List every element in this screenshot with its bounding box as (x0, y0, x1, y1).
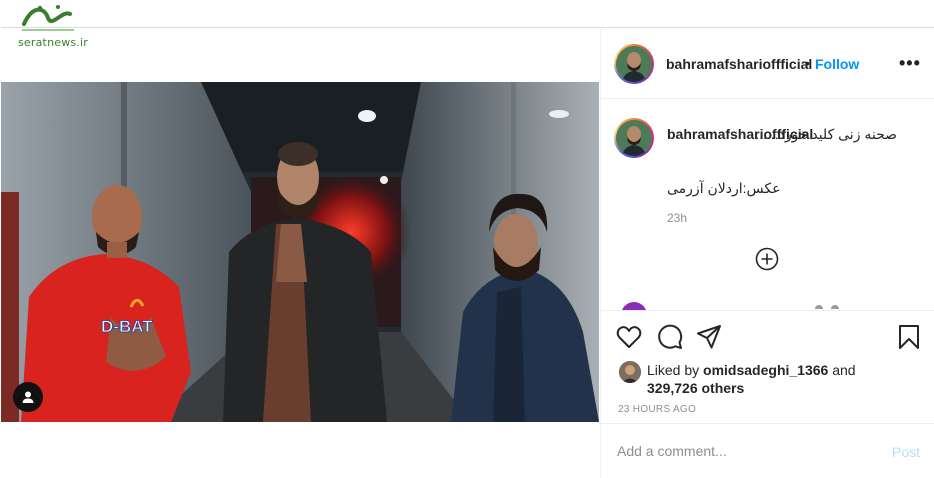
comment-input[interactable] (617, 438, 877, 464)
bookmark-icon[interactable] (895, 323, 923, 351)
likes-prefix: Liked by (647, 362, 704, 378)
liker-username[interactable]: omidsadeghi_1366 (703, 362, 828, 378)
avatar-photo (616, 46, 652, 82)
post-sidebar: bahramafsharioffficial • Follow ••• bahr… (600, 27, 934, 478)
shirt-print: D-BAT (101, 317, 153, 336)
share-icon[interactable] (695, 323, 723, 351)
caption-avatar-photo (616, 120, 652, 156)
caption-credit: عکس:اردلان آزرمی (667, 180, 781, 196)
post-time-ago[interactable]: 23 HOURS AGO (618, 404, 696, 415)
comment-bar: Post (601, 423, 934, 478)
more-options-button[interactable]: ••• (899, 53, 921, 74)
separator-dot: • (805, 55, 810, 71)
caption-text: صحنه زنی کلید خورد...... (755, 126, 897, 142)
heart-icon[interactable] (615, 323, 643, 351)
plus-circle-icon[interactable] (755, 247, 779, 271)
author-username[interactable]: bahramafsharioffficial (666, 56, 812, 72)
post-actions: Liked by omidsadeghi_1366 and 329,726 ot… (601, 310, 934, 422)
likes-count[interactable]: 329,726 others (647, 380, 744, 396)
caption-avatar[interactable] (614, 118, 654, 158)
comment-icon[interactable] (656, 323, 684, 351)
tagged-users-button[interactable] (13, 382, 43, 412)
author-avatar[interactable] (614, 44, 654, 84)
user-tag-icon (22, 391, 34, 403)
likes-summary: Liked by omidsadeghi_1366 and 329,726 ot… (647, 361, 856, 397)
likes-middle: and (828, 362, 856, 378)
photo-scene: D-BAT (1, 82, 599, 422)
instagram-post-page: seratnews.ir D-BAT bahramafsharioffficia… (0, 0, 934, 478)
caption-timestamp[interactable]: 23h (667, 211, 687, 225)
post-comment-button[interactable]: Post (892, 444, 920, 460)
next-comment-peek (815, 305, 839, 309)
post-header: bahramafsharioffficial • Follow ••• (601, 27, 934, 99)
follow-button[interactable]: Follow (815, 56, 859, 72)
liker-avatar[interactable] (619, 361, 641, 383)
post-photo[interactable]: D-BAT (1, 82, 599, 422)
